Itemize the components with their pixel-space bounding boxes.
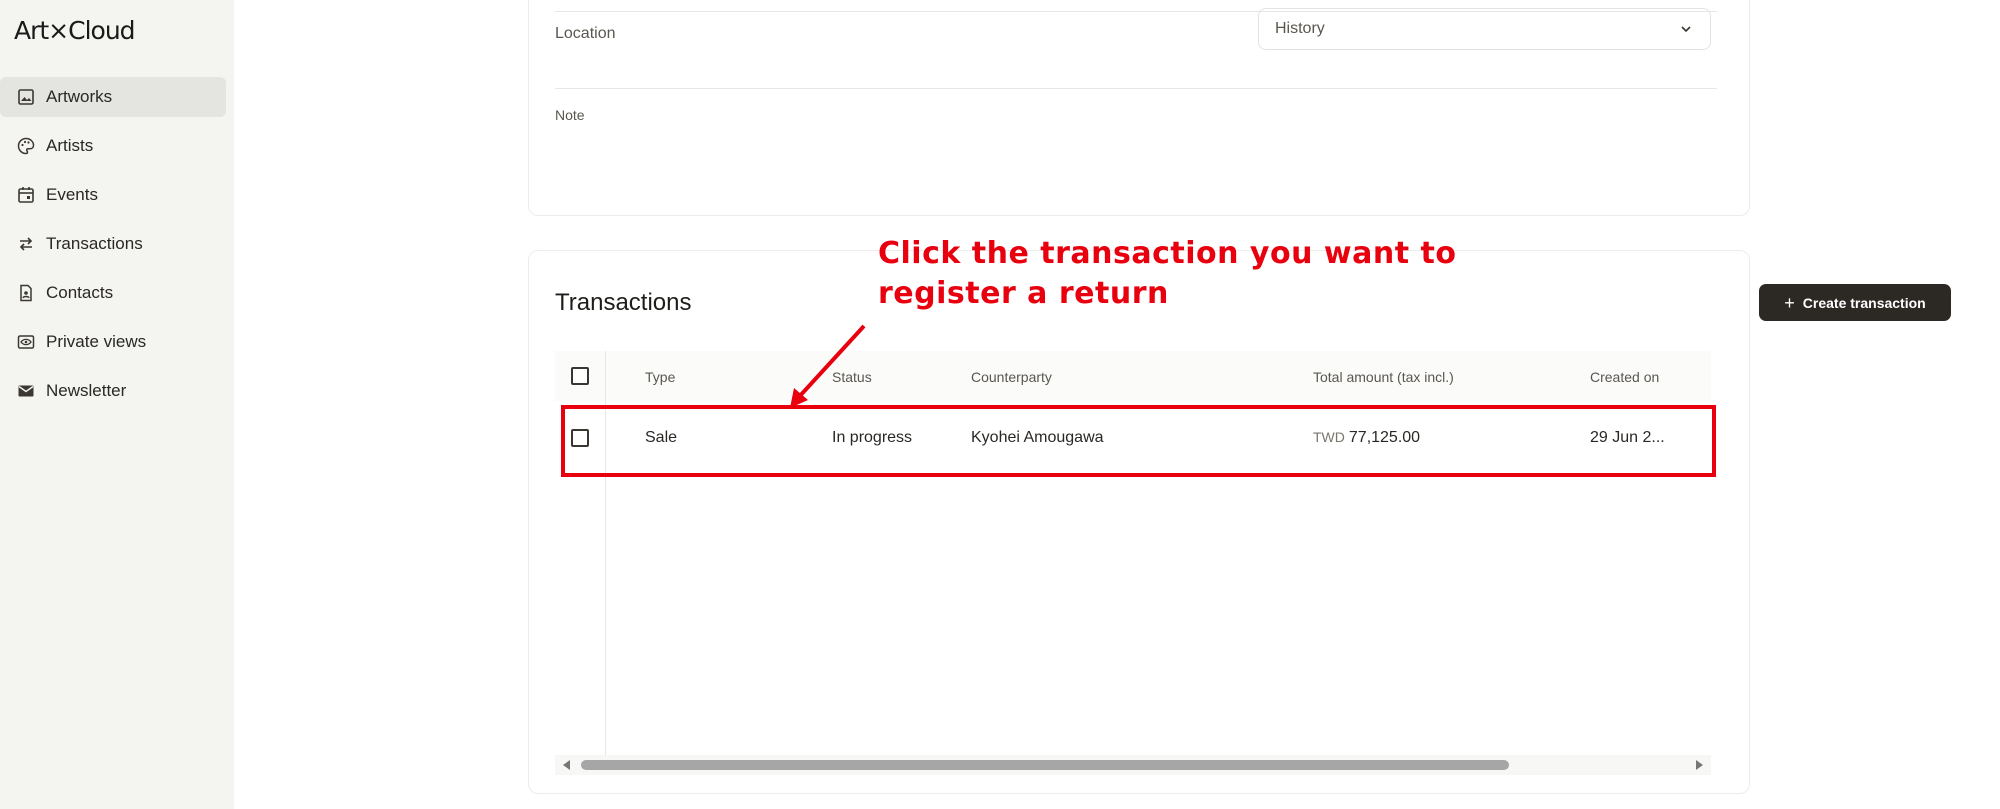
image-icon [16, 87, 36, 107]
mail-icon [16, 381, 36, 401]
calendar-icon [16, 185, 36, 205]
sidebar-item-label: Private views [46, 332, 147, 351]
sidebar-item-contacts[interactable]: Contacts [0, 273, 226, 313]
annotation-text: Click the transaction you want to regist… [878, 234, 1498, 314]
app-logo[interactable]: Art×Cloud [14, 16, 136, 45]
sidebar-item-label: Newsletter [46, 381, 127, 400]
scrollbar-thumb[interactable] [581, 760, 1509, 770]
column-header-total-amount[interactable]: Total amount (tax incl.) [1313, 369, 1454, 385]
annotation-line-2: register a return [878, 276, 1169, 311]
sidebar-item-label: Contacts [46, 283, 114, 302]
annotation-arrow-icon [790, 324, 866, 408]
create-transaction-button[interactable]: + Create transaction [1759, 284, 1951, 321]
create-transaction-label: Create transaction [1802, 294, 1926, 311]
column-header-counterparty[interactable]: Counterparty [971, 369, 1052, 385]
palette-icon [16, 136, 36, 156]
horizontal-scrollbar[interactable] [555, 755, 1711, 775]
highlight-box [561, 405, 1716, 477]
transactions-card: Transactions + Create transaction Type S… [528, 250, 1951, 794]
details-card: Location History Note [528, 0, 1750, 216]
sidebar-item-artworks[interactable]: Artworks [0, 77, 226, 117]
sidebar-item-artists[interactable]: Artists [0, 126, 226, 166]
section-title: Transactions [555, 289, 692, 316]
sidebar-item-label: Artists [46, 136, 94, 155]
sidebar-item-label: Transactions [46, 234, 143, 253]
location-value: History [1275, 20, 1325, 37]
location-select[interactable]: History [1258, 8, 1711, 50]
sidebar-item-label: Artworks [46, 87, 113, 106]
column-header-created-on[interactable]: Created on [1590, 369, 1659, 385]
sidebar: Art×Cloud Artworks Artists Events Transa… [0, 0, 234, 809]
scroll-right-icon[interactable] [1696, 760, 1703, 770]
chevron-down-icon [1681, 26, 1691, 33]
table-header: Type Status Counterparty Total amount (t… [555, 351, 1711, 401]
location-label: Location [555, 25, 616, 42]
sidebar-item-events[interactable]: Events [0, 175, 226, 215]
sidebar-item-transactions[interactable]: Transactions [0, 224, 226, 264]
select-all-checkbox[interactable] [571, 367, 589, 385]
eye-icon [16, 332, 36, 352]
scroll-left-icon[interactable] [563, 760, 570, 770]
contact-icon [16, 283, 36, 303]
note-label: Note [555, 107, 585, 123]
sidebar-item-private-views[interactable]: Private views [0, 322, 226, 362]
swap-icon [16, 234, 36, 254]
sidebar-item-label: Events [46, 185, 98, 204]
column-header-type[interactable]: Type [645, 369, 675, 385]
sidebar-nav: Artworks Artists Events Transactions Con… [0, 77, 234, 420]
plus-icon: + [1784, 292, 1795, 313]
annotation-line-1: Click the transaction you want to [878, 236, 1457, 271]
divider [555, 88, 1717, 89]
sidebar-item-newsletter[interactable]: Newsletter [0, 371, 226, 411]
